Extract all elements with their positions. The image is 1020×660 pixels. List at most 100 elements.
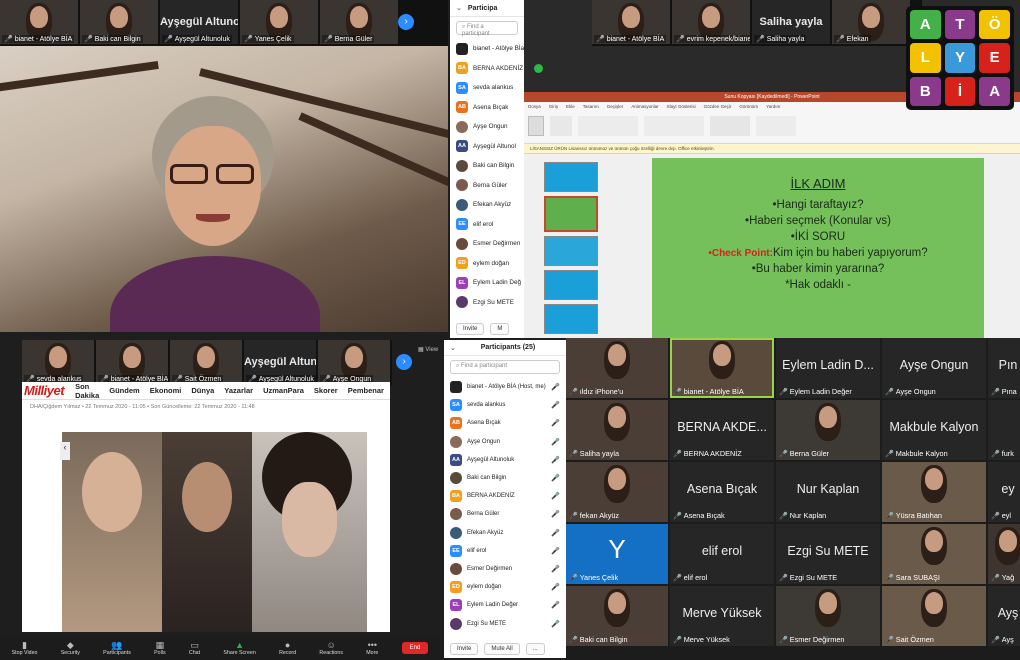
ribbon-tab[interactable]: Slayt Gösterisi bbox=[667, 104, 696, 109]
gallery-prev-icon[interactable]: ‹ bbox=[60, 442, 70, 460]
mic-muted-icon[interactable]: 🎤 bbox=[551, 474, 560, 482]
shield-button[interactable]: ◆ Security bbox=[61, 640, 80, 656]
participant-thumbnail[interactable]: 🎤 bianet - Atölye BİA bbox=[592, 0, 670, 44]
end-meeting-button[interactable]: End bbox=[401, 642, 429, 654]
participant-thumbnail[interactable]: Saliha yayla 🎤 Saliha yayla bbox=[752, 0, 830, 44]
chevron-down-icon[interactable]: ⌄ bbox=[456, 5, 462, 12]
nav-link[interactable]: Son Dakika bbox=[75, 382, 99, 400]
mute-all-button[interactable]: Mute All bbox=[484, 643, 520, 655]
ribbon-tab[interactable]: Animasyonlar bbox=[631, 104, 658, 109]
nav-link[interactable]: UzmanPara bbox=[263, 386, 304, 395]
video-button[interactable]: ▮ Stop Video bbox=[12, 640, 38, 656]
participant-thumbnail[interactable]: 🎤 Berna Güler bbox=[320, 0, 398, 44]
share-screen-button[interactable]: ▲ Share Screen bbox=[223, 640, 255, 656]
participant-row[interactable]: BA BERNA AKDENİZ 🎤 bbox=[444, 487, 566, 505]
gallery-tile[interactable]: 🎤 ıldız iPhone'u bbox=[566, 338, 668, 398]
record-button[interactable]: ● Record bbox=[279, 640, 296, 656]
chevron-down-icon[interactable]: ⌄ bbox=[450, 344, 456, 352]
editing-controls[interactable] bbox=[756, 116, 796, 136]
ribbon-tab[interactable]: Tasarım bbox=[583, 104, 599, 109]
encryption-shield-icon[interactable] bbox=[534, 64, 543, 73]
participant-row[interactable]: AB Asena Bıçak 🎤 bbox=[444, 414, 566, 432]
participant-row[interactable]: SA sevda alankus 🎤 bbox=[444, 396, 566, 414]
mic-muted-icon[interactable]: 🎤 bbox=[551, 547, 560, 555]
participant-row[interactable]: Esmer Değirmen bbox=[450, 234, 524, 254]
participant-row[interactable]: ED eylem doğan 🎤 bbox=[444, 578, 566, 596]
mic-muted-icon[interactable]: 🎤 bbox=[551, 383, 560, 391]
participant-row[interactable]: AB Asena Bıçak bbox=[450, 98, 524, 118]
gallery-tile[interactable]: 🎤 Yüsra Batıhan bbox=[882, 462, 986, 522]
participants-button[interactable]: 👥 Participants bbox=[103, 640, 131, 656]
slide-thumbnail[interactable] bbox=[544, 196, 598, 232]
participant-row[interactable]: EL Eylem Ladin Değer 🎤 bbox=[444, 596, 566, 614]
ribbon-tab[interactable]: Gözden Geçir bbox=[704, 104, 732, 109]
nav-link[interactable]: Skorer bbox=[314, 386, 338, 395]
participant-row[interactable]: Efekan Akyüz bbox=[450, 195, 524, 215]
chat-button[interactable]: ▭ Chat bbox=[189, 640, 200, 656]
participant-row[interactable]: Ayşe Ongun 🎤 bbox=[444, 433, 566, 451]
participant-thumbnail[interactable]: Ayşegül Altunol...🎤Ayşegül Altunoluk bbox=[160, 0, 238, 44]
more-button[interactable]: ... bbox=[525, 643, 545, 655]
participant-row[interactable]: AA Ayşegül Altunol bbox=[450, 137, 524, 157]
nav-link[interactable]: Gündem bbox=[109, 386, 139, 395]
mic-muted-icon[interactable]: 🎤 bbox=[551, 419, 560, 427]
gallery-tile[interactable]: 🎤 Sait Özmen bbox=[882, 586, 986, 646]
paragraph-controls[interactable] bbox=[644, 116, 704, 136]
gallery-tile[interactable]: Eylem Ladin D... 🎤 Eylem Ladin Değer bbox=[776, 338, 880, 398]
participant-row[interactable]: Berna Güler bbox=[450, 176, 524, 196]
drawing-shapes[interactable] bbox=[710, 116, 750, 136]
participant-thumbnail[interactable]: Ayşegül Altunol...🎤Ayşegül Altunoluk bbox=[244, 340, 316, 384]
participant-row[interactable]: Esmer Değirmen 🎤 bbox=[444, 560, 566, 578]
invite-button[interactable]: Invite bbox=[456, 323, 485, 335]
polls-button[interactable]: ▦ Polls bbox=[154, 640, 165, 656]
participant-thumbnail[interactable]: 🎤 bianet - Atölye BİA bbox=[96, 340, 168, 384]
new-slide-icon[interactable] bbox=[550, 116, 572, 136]
paste-icon[interactable] bbox=[528, 116, 544, 136]
participant-row[interactable]: ED eylem doğan bbox=[450, 254, 524, 274]
ribbon-tab[interactable]: Giriş bbox=[549, 104, 558, 109]
gallery-tile[interactable]: Ezgi Su METE 🎤 Ezgi Su METE bbox=[776, 524, 880, 584]
milliyet-logo[interactable]: Milliyet bbox=[22, 383, 70, 398]
ribbon-tab[interactable]: Dosya bbox=[528, 104, 541, 109]
gallery-tile[interactable]: Merve Yüksek 🎤 Merve Yüksek bbox=[670, 586, 774, 646]
gallery-tile[interactable]: Y 🎤 Yanes Çelik bbox=[566, 524, 668, 584]
participant-row[interactable]: Baki can Bilgin bbox=[450, 156, 524, 176]
font-controls[interactable] bbox=[578, 116, 638, 136]
mic-muted-icon[interactable]: 🎤 bbox=[551, 529, 560, 537]
participant-thumbnail[interactable]: 🎤 Ayşe Ongun bbox=[318, 340, 390, 384]
ribbon-tab[interactable]: Görünüm bbox=[739, 104, 758, 109]
invite-button[interactable]: Invite bbox=[450, 643, 479, 655]
gallery-tile[interactable]: 🎤 bianet - Atölye BİA bbox=[670, 338, 774, 398]
mic-muted-icon[interactable]: 🎤 bbox=[551, 401, 560, 409]
gallery-tile[interactable]: Ayşe Ongun 🎤 Ayşe Ongun bbox=[882, 338, 986, 398]
mic-muted-icon[interactable]: 🎤 bbox=[551, 438, 560, 446]
search-input[interactable]: ⌕ Find a participant bbox=[450, 360, 560, 374]
participant-thumbnail[interactable]: 🎤 bianet - Atölye BİA bbox=[0, 0, 78, 44]
participant-thumbnail[interactable]: 🎤 Efekan bbox=[832, 0, 910, 44]
gallery-tile[interactable]: 🎤 Yağ bbox=[988, 524, 1020, 584]
gallery-tile[interactable]: 🎤 Sara SUBAŞI bbox=[882, 524, 986, 584]
participant-row[interactable]: Baki can Bilgin 🎤 bbox=[444, 469, 566, 487]
reactions-button[interactable]: ☺ Reactions bbox=[319, 640, 343, 656]
more-button[interactable]: M bbox=[490, 323, 510, 335]
participant-thumbnail[interactable]: 🎤 sevda alankus bbox=[22, 340, 94, 384]
mic-muted-icon[interactable]: 🎤 bbox=[551, 565, 560, 573]
next-page-icon[interactable]: › bbox=[396, 354, 412, 370]
gallery-tile[interactable]: Makbule Kalyon 🎤 Makbule Kalyon bbox=[882, 400, 986, 460]
participant-row[interactable]: EE elif erol bbox=[450, 215, 524, 235]
participant-row[interactable]: Ayşe Ongun bbox=[450, 117, 524, 137]
gallery-tile[interactable]: ey 🎤 eyl bbox=[988, 462, 1020, 522]
slide-thumbnail[interactable] bbox=[544, 236, 598, 266]
search-input[interactable]: ⌕ Find a participant bbox=[456, 21, 518, 37]
slide-thumbnail[interactable] bbox=[544, 270, 598, 300]
mic-muted-icon[interactable]: 🎤 bbox=[551, 620, 560, 628]
participant-row[interactable]: EE elif erol 🎤 bbox=[444, 542, 566, 560]
participant-row[interactable]: EL Eylem Ladin Değ bbox=[450, 273, 524, 293]
ribbon-tab[interactable]: Yardım bbox=[766, 104, 780, 109]
participant-row[interactable]: Berna Güler 🎤 bbox=[444, 505, 566, 523]
gallery-tile[interactable]: 🎤 Esmer Değirmen bbox=[776, 586, 880, 646]
slide-thumbnail[interactable] bbox=[544, 304, 598, 334]
participant-thumbnail[interactable]: 🎤 Sait Özmen bbox=[170, 340, 242, 384]
participant-row[interactable]: BA BERNA AKDENİZ bbox=[450, 59, 524, 79]
gallery-tile[interactable]: 🎤 Baki can Bilgin bbox=[566, 586, 668, 646]
